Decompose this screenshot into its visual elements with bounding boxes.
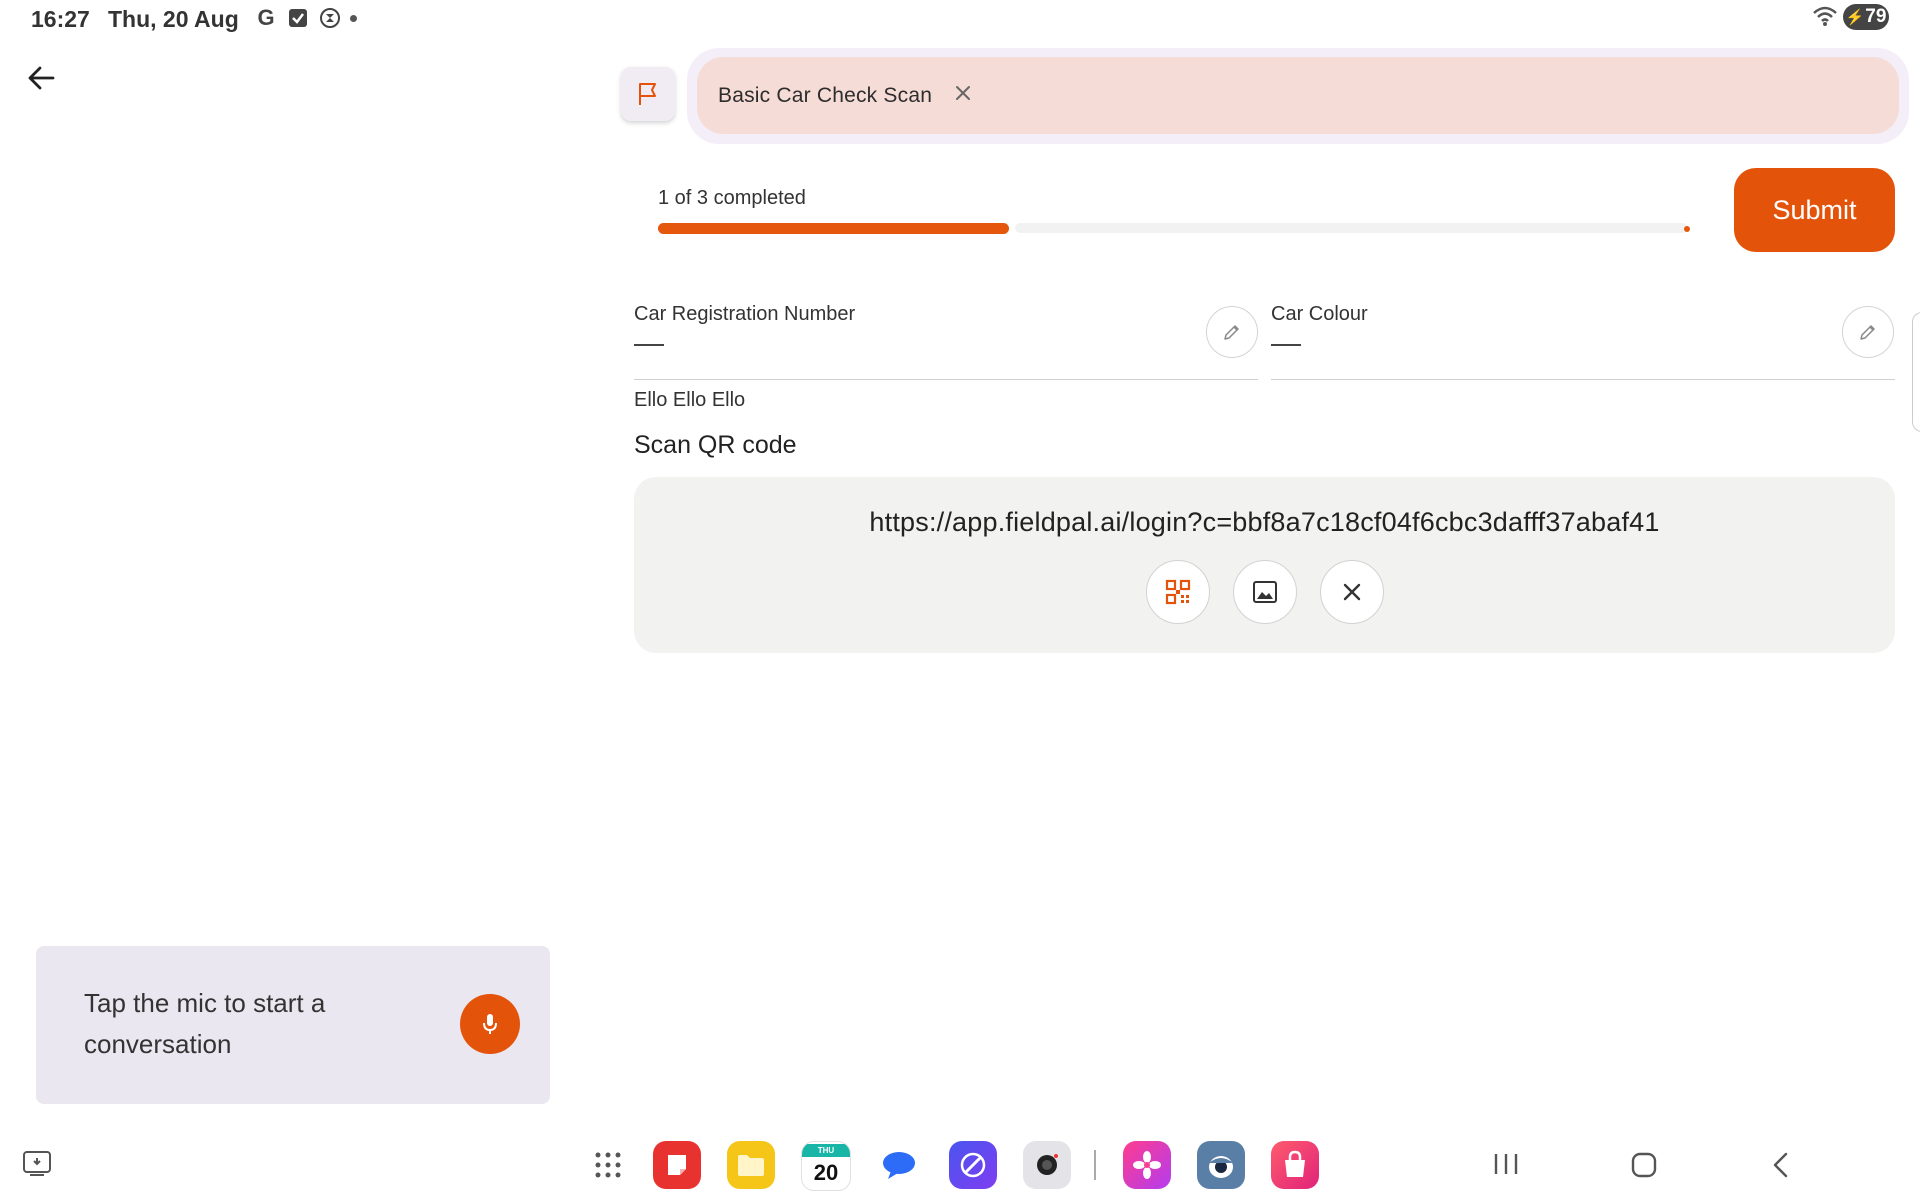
messages-app-icon[interactable] [875, 1141, 923, 1189]
field-value-registration [634, 344, 664, 346]
progress-track [1015, 223, 1687, 233]
recent-apps-panel-icon[interactable] [22, 1150, 52, 1183]
side-panel-handle[interactable] [1912, 312, 1920, 432]
files-app-icon[interactable] [727, 1141, 775, 1189]
voice-prompt: Tap the mic to start a conversation [84, 988, 326, 1059]
field-underline [634, 379, 1258, 380]
field-value-colour [1271, 344, 1301, 346]
close-icon [1343, 583, 1361, 601]
flag-icon [639, 83, 656, 105]
back-arrow-icon[interactable] [26, 63, 56, 98]
close-icon[interactable] [955, 85, 971, 106]
chip-label: Basic Car Check Scan [718, 84, 933, 107]
field-label-colour: Car Colour [1271, 303, 1368, 325]
mic-button[interactable] [460, 994, 520, 1054]
qr-result-value: https://app.fieldpal.ai/login?c=bbf8a7c1… [869, 507, 1660, 537]
field-label-registration: Car Registration Number [634, 303, 856, 325]
wifi-icon [1812, 5, 1838, 32]
calendar-app-icon[interactable]: THU 20 [801, 1141, 851, 1191]
pencil-icon [1224, 325, 1239, 340]
clear-qr-button[interactable] [1320, 560, 1384, 624]
gallery-app-icon[interactable] [1123, 1141, 1171, 1189]
progress-fill [658, 223, 1009, 234]
submit-button[interactable]: Submit [1734, 168, 1895, 252]
back-nav-icon[interactable] [1770, 1152, 1792, 1183]
progress-end-dot [1684, 226, 1690, 232]
tasks-check-icon [286, 6, 310, 30]
app-drawer-icon[interactable] [594, 1151, 622, 1184]
digital-wellbeing-icon [318, 6, 342, 30]
status-time: 16:27 [31, 6, 90, 32]
battery-indicator: ⚡ 79 [1843, 4, 1889, 30]
pencil-icon [1860, 325, 1875, 340]
qr-section-title: Scan QR code [634, 431, 797, 459]
edit-colour-button[interactable] [1842, 306, 1894, 358]
ai-app-icon[interactable] [1197, 1141, 1245, 1189]
notification-dot [350, 14, 357, 22]
image-icon [1253, 581, 1277, 603]
calendar-date: 20 [813, 1159, 839, 1185]
google-icon: G [257, 5, 275, 30]
home-nav-icon[interactable] [1630, 1152, 1658, 1183]
recents-nav-icon[interactable] [1492, 1152, 1520, 1181]
calendar-day: THU [802, 1143, 850, 1157]
camera-app-icon[interactable] [1023, 1141, 1071, 1189]
sub-label: Ello Ello Ello [634, 389, 746, 411]
taskbar-divider [1094, 1150, 1096, 1180]
battery-level: 79 [1865, 6, 1887, 27]
qr-scan-icon [1165, 579, 1191, 605]
status-date: Thu, 20 Aug [108, 6, 239, 32]
status-notification-icons: G [254, 5, 357, 30]
mic-icon [483, 1014, 497, 1034]
choose-image-button[interactable] [1233, 560, 1297, 624]
field-underline [1271, 379, 1895, 380]
charging-bolt-icon: ⚡ [1845, 9, 1865, 26]
notes-app-icon[interactable] [653, 1141, 701, 1189]
flag-button[interactable] [621, 67, 675, 121]
scan-qr-button[interactable] [1146, 560, 1210, 624]
browser-app-icon[interactable] [949, 1141, 997, 1189]
store-app-icon[interactable] [1271, 1141, 1319, 1189]
progress-text: 1 of 3 completed [658, 187, 806, 209]
edit-registration-button[interactable] [1206, 306, 1258, 358]
